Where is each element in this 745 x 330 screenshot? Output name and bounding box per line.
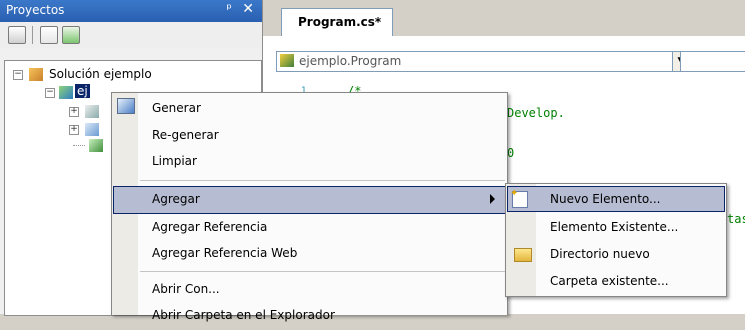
collapse-solution-icon[interactable]: − xyxy=(13,70,23,80)
properties-folder-icon xyxy=(85,105,99,118)
solution-label[interactable]: Solución ejemplo xyxy=(49,67,152,81)
program-file-icon xyxy=(89,139,103,152)
references-folder-icon xyxy=(85,123,99,136)
tab-label: Program.cs* xyxy=(298,15,382,29)
menu-item-abrir-con[interactable]: Abrir Con... xyxy=(112,276,507,304)
close-icon[interactable]: ✕ xyxy=(242,1,254,17)
menu-item-agregar-referencia[interactable]: Agregar Referencia xyxy=(112,214,507,242)
submenu-item-carpeta-existente[interactable]: Carpeta existente... xyxy=(506,268,726,296)
project-label[interactable]: ej xyxy=(75,84,90,98)
solution-icon xyxy=(29,68,43,81)
type-navigation-dropdown[interactable]: ejemplo.Program ▼ xyxy=(276,51,690,72)
expand-properties-icon[interactable]: + xyxy=(69,107,79,117)
panel-title: Proyectos xyxy=(6,3,65,17)
menu-item-agregar[interactable]: Agregar xyxy=(113,186,506,214)
menu-item-limpiar[interactable]: Limpiar xyxy=(112,148,507,176)
panel-toolbar xyxy=(0,22,262,48)
code-line: 0 xyxy=(507,146,515,160)
menu-item-agregar-referencia-web[interactable]: Agregar Referencia Web xyxy=(112,240,507,268)
menu-item-generar[interactable]: Generar xyxy=(112,95,507,123)
submenu-item-elemento-existente[interactable]: Elemento Existente... xyxy=(506,214,726,242)
properties-icon[interactable] xyxy=(8,26,26,44)
member-navigation-dropdown[interactable] xyxy=(680,51,745,72)
show-all-files-icon[interactable] xyxy=(40,26,58,44)
refresh-icon[interactable] xyxy=(62,26,80,44)
new-folder-icon xyxy=(514,248,532,262)
tree-line xyxy=(73,145,85,146)
menu-separator xyxy=(140,180,505,181)
submenu-arrow-icon xyxy=(490,194,495,204)
sparkle-icon: ✦ xyxy=(510,188,519,199)
menu-item-abrir-carpeta[interactable]: Abrir Carpeta en el Explorador xyxy=(112,302,507,330)
context-menu: Generar Re-generar Limpiar Agregar Agreg… xyxy=(111,92,508,322)
submenu-item-nuevo-elemento[interactable]: ✦ Nuevo Elemento... xyxy=(507,186,725,212)
code-line: tas xyxy=(727,212,745,226)
collapse-project-icon[interactable]: − xyxy=(45,88,55,98)
pin-icon[interactable]: ᵖ xyxy=(226,2,232,17)
submenu-item-directorio-nuevo[interactable]: Directorio nuevo xyxy=(506,241,726,269)
project-icon xyxy=(59,86,73,99)
menu-separator xyxy=(140,271,505,272)
toolbar-separator xyxy=(32,26,33,44)
nav-dropdown-value: ejemplo.Program xyxy=(299,54,402,68)
expand-references-icon[interactable]: + xyxy=(69,125,79,135)
menu-item-re-generar[interactable]: Re-generar xyxy=(112,122,507,150)
code-line: Develop. xyxy=(507,106,565,120)
class-icon xyxy=(280,54,294,67)
tab-program-cs[interactable]: Program.cs* xyxy=(281,8,393,37)
add-submenu: ✦ Nuevo Elemento... Elemento Existente..… xyxy=(505,183,727,297)
panel-title-bar: Proyectos ᵖ ✕ xyxy=(0,0,262,22)
